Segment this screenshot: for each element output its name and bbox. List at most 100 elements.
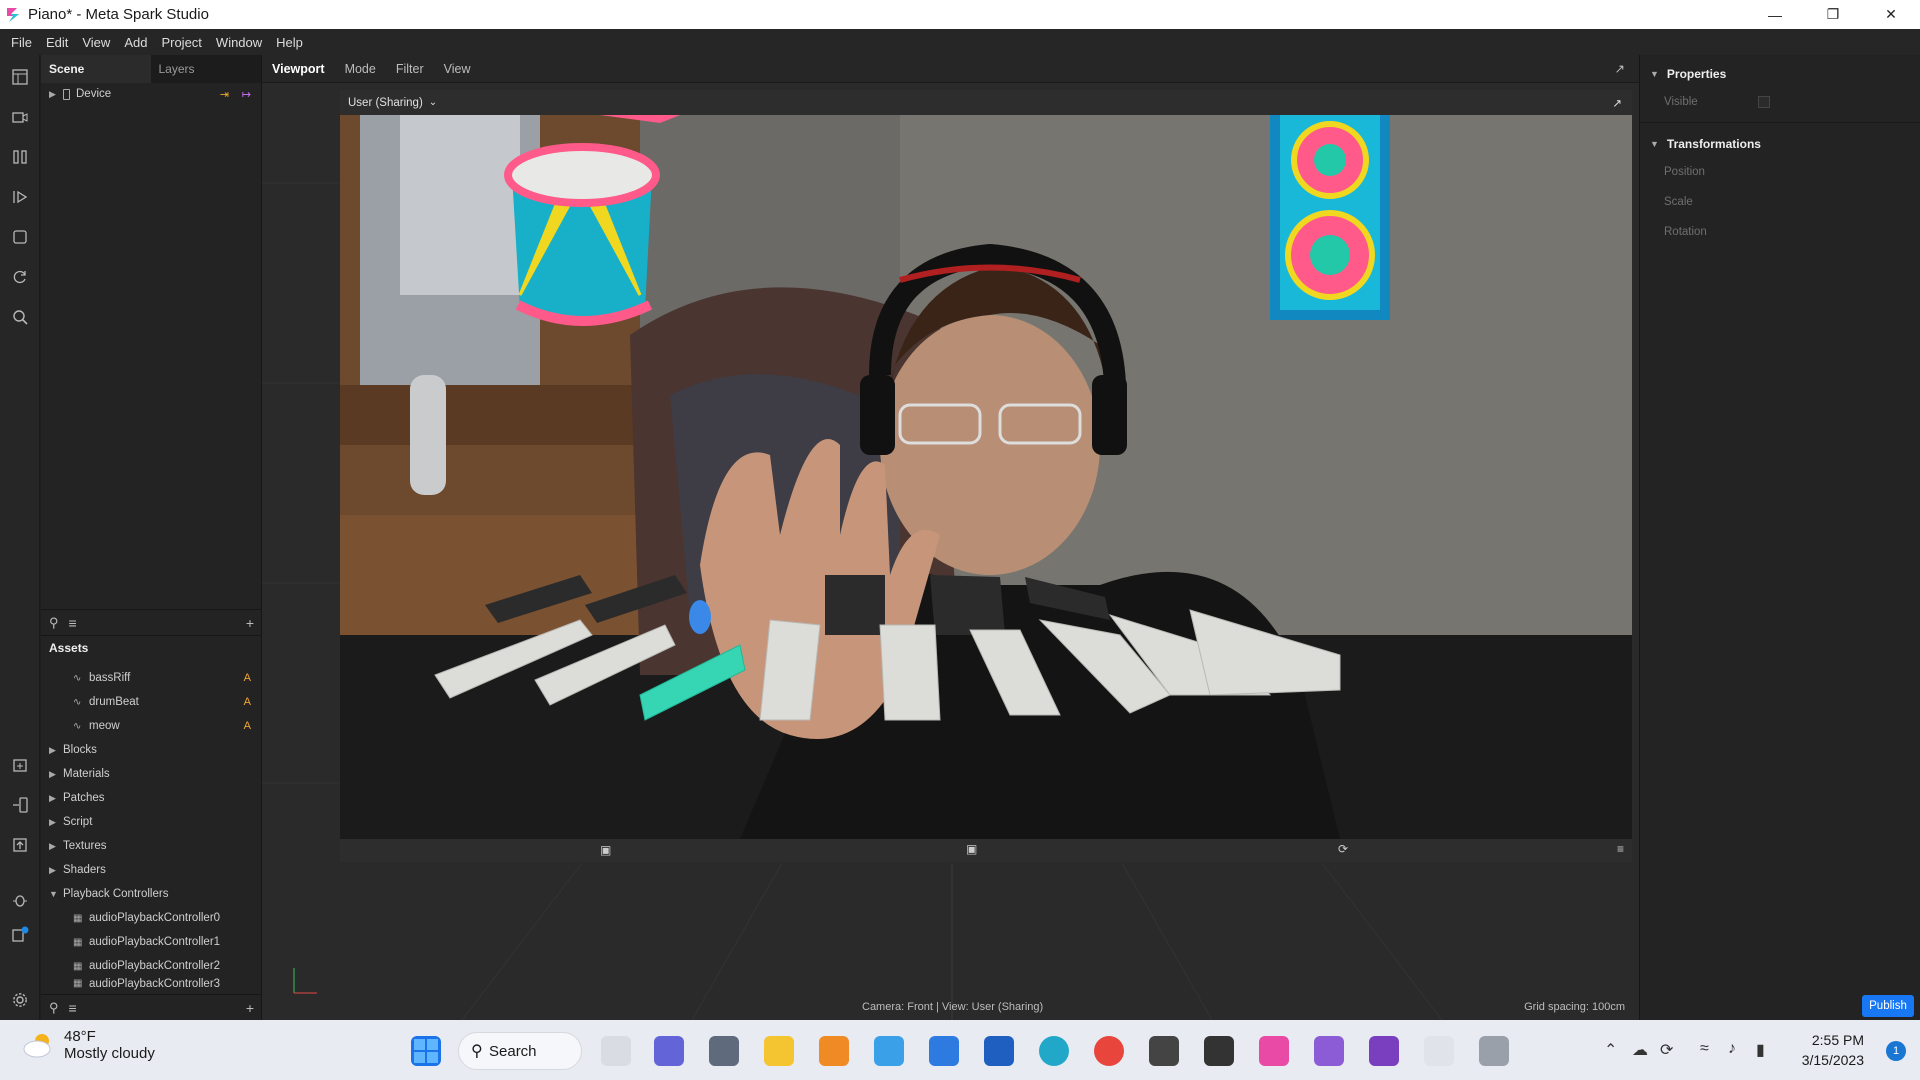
menu-help[interactable]: Help: [269, 35, 310, 50]
add-icon[interactable]: +: [246, 1000, 254, 1016]
visual-studio-preview-icon[interactable]: [1314, 1036, 1344, 1066]
chevron-down-icon[interactable]: ⌄: [429, 97, 437, 108]
transformations-section-header[interactable]: ▼ Transformations: [1640, 131, 1920, 157]
menu-edit[interactable]: Edit: [39, 35, 75, 50]
caret-right-icon[interactable]: ▶: [49, 745, 59, 756]
asset-audio-bassriff[interactable]: ∿ bassRiff A: [41, 666, 261, 690]
taskbar-search[interactable]: ⚲ Search: [458, 1032, 582, 1070]
record-video-icon[interactable]: ▣: [600, 843, 611, 857]
restore-button[interactable]: ❐: [1804, 0, 1862, 29]
battery-icon[interactable]: ▮: [1756, 1040, 1765, 1060]
folder-patches[interactable]: ▶ Patches: [41, 786, 261, 810]
tree-item-device[interactable]: ▶ Device ⇥ ↦: [41, 83, 261, 105]
search-icon[interactable]: [10, 307, 30, 327]
caret-right-icon[interactable]: ▶: [49, 817, 59, 828]
caret-down-icon[interactable]: ▼: [1650, 69, 1659, 79]
weather-widget[interactable]: 48°F Mostly cloudy: [22, 1028, 155, 1062]
sync-icon[interactable]: ⟳: [1660, 1040, 1673, 1060]
folder-shaders[interactable]: ▶ Shaders: [41, 858, 261, 882]
asset-controller-2[interactable]: ▦ audioPlaybackController2: [41, 954, 261, 978]
search-icon[interactable]: ⚲: [49, 1000, 59, 1016]
folder-blocks[interactable]: ▶ Blocks: [41, 738, 261, 762]
folder-script[interactable]: ▶ Script: [41, 810, 261, 834]
menu-add[interactable]: Add: [117, 35, 154, 50]
word-icon[interactable]: [984, 1036, 1014, 1066]
settings-app-icon[interactable]: [709, 1036, 739, 1066]
bug-icon[interactable]: [10, 890, 30, 910]
paint-app-icon[interactable]: [874, 1036, 904, 1066]
spark-studio-icon[interactable]: [1259, 1036, 1289, 1066]
menu-window[interactable]: Window: [209, 35, 269, 50]
device-send-icon[interactable]: [10, 795, 30, 815]
popout-icon[interactable]: ↗: [1605, 61, 1639, 76]
file-explorer-icon[interactable]: [764, 1036, 794, 1066]
tab-layers[interactable]: Layers: [150, 55, 261, 83]
import-icon[interactable]: [10, 755, 30, 775]
volume-icon[interactable]: ♪: [1728, 1040, 1736, 1058]
menu-project[interactable]: Project: [154, 35, 208, 50]
notepad-icon[interactable]: [929, 1036, 959, 1066]
chevron-up-icon[interactable]: ⌃: [1604, 1040, 1617, 1060]
caret-right-icon[interactable]: ▶: [49, 793, 59, 804]
play-icon[interactable]: [10, 187, 30, 207]
caret-right-icon[interactable]: ▶: [49, 865, 59, 876]
caret-right-icon[interactable]: ▶: [49, 89, 59, 100]
folder-materials[interactable]: ▶ Materials: [41, 762, 261, 786]
caret-right-icon[interactable]: ▶: [49, 769, 59, 780]
upload-icon[interactable]: [10, 835, 30, 855]
asset-controller-3[interactable]: ▦ audioPlaybackController3: [41, 978, 261, 990]
add-icon[interactable]: +: [246, 615, 254, 631]
publish-button[interactable]: Publish: [1862, 995, 1914, 1017]
settings-gear-icon[interactable]: [10, 990, 30, 1010]
square-icon[interactable]: [10, 227, 30, 247]
tab-viewport[interactable]: Viewport: [262, 62, 335, 76]
folder-textures[interactable]: ▶ Textures: [41, 834, 261, 858]
simulator-view-select[interactable]: User (Sharing): [348, 97, 423, 109]
wifi-icon[interactable]: ≈: [1700, 1040, 1709, 1058]
search-icon[interactable]: ⚲: [49, 615, 59, 631]
chrome-browser-icon[interactable]: [1094, 1036, 1124, 1066]
filter-icon[interactable]: ≡: [69, 1000, 77, 1016]
task-view-icon[interactable]: [601, 1036, 631, 1066]
menu-file[interactable]: File: [4, 35, 39, 50]
menu-view[interactable]: View: [75, 35, 117, 50]
folder-playback-controllers[interactable]: ▼ Playback Controllers: [41, 882, 261, 906]
columns-icon[interactable]: [10, 147, 30, 167]
clock[interactable]: 2:55 PM 3/15/2023: [1802, 1030, 1864, 1070]
tab-scene[interactable]: Scene: [41, 55, 151, 83]
minimize-button[interactable]: —: [1746, 0, 1804, 29]
presentation-app-icon[interactable]: [819, 1036, 849, 1066]
insert-child-icon[interactable]: ↦: [242, 88, 251, 101]
properties-section-header[interactable]: ▼ Properties: [1640, 61, 1920, 87]
unity-editor-icon[interactable]: [1204, 1036, 1234, 1066]
tab-view[interactable]: View: [434, 62, 481, 76]
popout-icon[interactable]: ↗: [1612, 96, 1632, 110]
device-app-icon[interactable]: [1479, 1036, 1509, 1066]
notification-badge[interactable]: 1: [1886, 1041, 1906, 1061]
insert-right-icon[interactable]: ⇥: [220, 88, 229, 101]
camera-icon[interactable]: [10, 107, 30, 127]
visible-checkbox[interactable]: [1758, 96, 1770, 108]
screenshot-icon[interactable]: ▣: [966, 842, 977, 856]
tab-filter[interactable]: Filter: [386, 62, 434, 76]
asset-controller-0[interactable]: ▦ audioPlaybackController0: [41, 906, 261, 930]
tab-mode[interactable]: Mode: [335, 62, 386, 76]
menu-icon[interactable]: ≡: [1617, 842, 1624, 856]
rotate-device-icon[interactable]: ⟳: [1338, 842, 1348, 856]
asset-controller-1[interactable]: ▦ audioPlaybackController1: [41, 930, 261, 954]
notifications-icon[interactable]: [10, 925, 30, 945]
caret-down-icon[interactable]: ▼: [49, 889, 59, 899]
unity-hub-icon[interactable]: [1149, 1036, 1179, 1066]
edge-browser-icon[interactable]: [1039, 1036, 1069, 1066]
onedrive-cloud-icon[interactable]: ☁: [1632, 1040, 1648, 1060]
teams-chat-icon[interactable]: [654, 1036, 684, 1066]
asset-audio-drumbeat[interactable]: ∿ drumBeat A: [41, 690, 261, 714]
close-button[interactable]: ✕: [1862, 0, 1920, 29]
windows-start-icon[interactable]: [411, 1036, 441, 1066]
refresh-icon[interactable]: [10, 267, 30, 287]
caret-down-icon[interactable]: ▼: [1650, 139, 1659, 149]
asset-audio-meow[interactable]: ∿ meow A: [41, 714, 261, 738]
store-icon[interactable]: [1424, 1036, 1454, 1066]
visual-studio-icon[interactable]: [1369, 1036, 1399, 1066]
caret-right-icon[interactable]: ▶: [49, 841, 59, 852]
